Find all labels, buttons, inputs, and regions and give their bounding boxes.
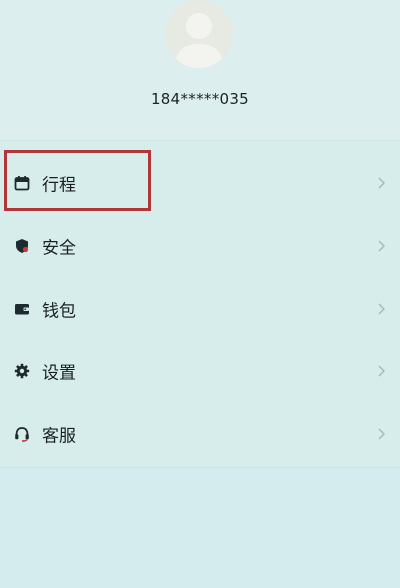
phone-number: 184*****035	[150, 90, 250, 108]
menu-item-settings[interactable]: 设置	[0, 341, 400, 401]
wallet-icon	[14, 301, 30, 317]
menu-list: 行程 安全 钱包 设置 客服	[0, 140, 400, 468]
menu-item-label: 设置	[42, 363, 76, 384]
headset-icon	[14, 426, 30, 442]
menu-item-label: 客服	[42, 426, 76, 447]
chevron-right-icon	[376, 427, 386, 441]
menu-item-label: 安全	[42, 238, 76, 259]
calendar-icon	[14, 175, 30, 191]
user-icon	[175, 13, 223, 68]
shield-icon	[14, 238, 30, 254]
chevron-right-icon	[376, 239, 386, 253]
avatar[interactable]	[165, 0, 233, 68]
menu-item-trips[interactable]: 行程	[0, 153, 400, 213]
menu-item-security[interactable]: 安全	[0, 216, 400, 276]
menu-item-label: 钱包	[42, 301, 76, 322]
chevron-right-icon	[376, 364, 386, 378]
menu-item-wallet[interactable]: 钱包	[0, 279, 400, 339]
chevron-right-icon	[376, 302, 386, 316]
menu-item-label: 行程	[42, 175, 76, 196]
gear-icon	[14, 363, 30, 379]
menu-item-customer-service[interactable]: 客服	[0, 404, 400, 464]
profile-header: 184*****035	[0, 0, 400, 140]
profile-screen: 184*****035 行程 安全 钱包 设置 客服	[0, 0, 400, 588]
chevron-right-icon	[376, 176, 386, 190]
